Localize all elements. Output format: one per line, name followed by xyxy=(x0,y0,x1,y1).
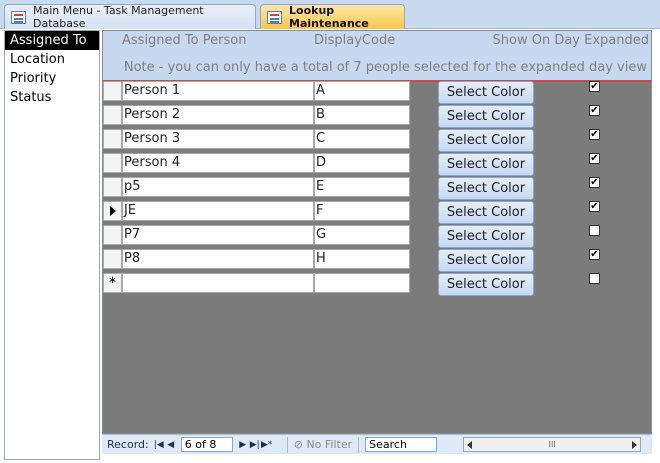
search-input[interactable]: Search xyxy=(365,437,438,452)
show-expanded-checkbox[interactable]: ✔ xyxy=(589,177,600,188)
new-record-icon[interactable]: ▶* xyxy=(261,440,273,450)
record-selector[interactable] xyxy=(103,249,122,269)
show-expanded-checkbox[interactable]: ✔ xyxy=(589,201,600,212)
select-color-button[interactable]: Select Color xyxy=(438,201,534,224)
person-field[interactable]: p5 xyxy=(122,177,314,197)
select-color-button[interactable]: Select Color xyxy=(438,81,534,104)
display-code-field[interactable]: F xyxy=(314,201,410,221)
show-expanded-checkbox[interactable]: ✔ xyxy=(589,105,600,116)
display-code-field[interactable]: E xyxy=(314,177,410,197)
record-selector[interactable] xyxy=(103,105,122,125)
column-header-display-code: DisplayCode xyxy=(314,33,396,48)
show-expanded-checkbox[interactable]: ✔ xyxy=(589,129,600,140)
person-field[interactable]: JE xyxy=(122,201,314,221)
select-color-button[interactable]: Select Color xyxy=(438,273,534,296)
select-color-button[interactable]: Select Color xyxy=(438,105,534,128)
person-field[interactable] xyxy=(122,273,314,293)
column-header-show-expanded: Show On Day Expanded xyxy=(492,33,649,48)
table-row: P8 H Select Color ✔ xyxy=(103,248,651,272)
no-filter-label: No Filter xyxy=(306,437,353,451)
tab-main-menu-label: Main Menu - Task Management Database xyxy=(33,4,204,30)
next-record-icon[interactable]: ▶ xyxy=(237,440,249,450)
list-item-status[interactable]: Status xyxy=(5,88,99,107)
display-code-field[interactable]: A xyxy=(314,81,410,101)
person-field[interactable]: P7 xyxy=(122,225,314,245)
tab-lookup-maintenance-label: Lookup Maintenance xyxy=(289,4,369,30)
table-row: Person 3 C Select Color ✔ xyxy=(103,128,651,152)
record-selector[interactable] xyxy=(103,225,122,245)
table-row: Person 2 B Select Color ✔ xyxy=(103,104,651,128)
table-row: JE F Select Color ✔ xyxy=(103,200,651,224)
record-position-field[interactable]: 6 of 8 xyxy=(180,437,233,452)
first-record-icon[interactable]: |◀ xyxy=(153,440,165,450)
no-filter-button[interactable]: ⊘ No Filter xyxy=(286,436,360,453)
document-tab-bar: Main Menu - Task Management Database Loo… xyxy=(0,0,660,30)
horizontal-scrollbar[interactable]: III xyxy=(463,437,642,452)
table-row: P7 G Select Color xyxy=(103,224,651,248)
subform-assigned-to: Assigned To Person DisplayCode Show On D… xyxy=(102,30,652,434)
select-color-button[interactable]: Select Color xyxy=(438,249,534,272)
select-color-button[interactable]: Select Color xyxy=(438,225,534,248)
list-item-location[interactable]: Location xyxy=(5,50,99,69)
tab-lookup-maintenance[interactable]: Lookup Maintenance xyxy=(260,4,405,30)
tab-main-menu[interactable]: Main Menu - Task Management Database xyxy=(4,4,256,30)
record-selector[interactable] xyxy=(103,129,122,149)
list-item-assigned-to[interactable]: Assigned To xyxy=(5,31,99,50)
person-field[interactable]: Person 4 xyxy=(122,153,314,173)
table-row: Person 1 A Select Color ✔ xyxy=(103,80,651,104)
header-note: Note - you can only have a total of 7 pe… xyxy=(123,60,647,75)
last-record-icon[interactable]: ▶| xyxy=(249,440,261,450)
display-code-field[interactable]: C xyxy=(314,129,410,149)
form-icon xyxy=(11,10,26,24)
show-expanded-checkbox[interactable]: ✔ xyxy=(589,81,600,92)
select-color-button[interactable]: Select Color xyxy=(438,153,534,176)
person-field[interactable]: Person 3 xyxy=(122,129,314,149)
record-selector[interactable] xyxy=(103,81,122,101)
display-code-field[interactable] xyxy=(314,273,410,293)
new-record-row: * Select Color xyxy=(103,272,651,296)
display-code-field[interactable]: D xyxy=(314,153,410,173)
record-selector[interactable] xyxy=(103,153,122,173)
table-row: p5 E Select Color ✔ xyxy=(103,176,651,200)
person-field[interactable]: Person 1 xyxy=(122,81,314,101)
display-code-field[interactable]: H xyxy=(314,249,410,269)
select-color-button[interactable]: Select Color xyxy=(438,177,534,200)
form-header: Assigned To Person DisplayCode Show On D… xyxy=(103,31,651,82)
form-icon xyxy=(267,10,282,24)
display-code-field[interactable]: G xyxy=(314,225,410,245)
previous-record-icon[interactable]: ◀ xyxy=(165,440,177,450)
show-expanded-checkbox[interactable]: ✔ xyxy=(589,153,600,164)
record-navigation-bar: Record: |◀ ◀ 6 of 8 ▶ ▶| ▶* ⊘ No Filter … xyxy=(102,434,652,454)
select-color-button[interactable]: Select Color xyxy=(438,129,534,152)
new-record-selector[interactable]: * xyxy=(103,273,122,293)
lookup-type-list: Assigned To Location Priority Status xyxy=(4,30,100,460)
record-label: Record: xyxy=(107,438,149,451)
scroll-right-icon[interactable] xyxy=(632,441,638,449)
current-record-selector[interactable] xyxy=(103,201,122,221)
table-row: Person 4 D Select Color ✔ xyxy=(103,152,651,176)
scroll-left-icon[interactable] xyxy=(467,441,473,449)
show-expanded-checkbox[interactable] xyxy=(589,273,600,284)
list-item-priority[interactable]: Priority xyxy=(5,69,99,88)
column-header-person: Assigned To Person xyxy=(122,33,247,48)
filter-icon: ⊘ xyxy=(293,437,307,451)
show-expanded-checkbox[interactable]: ✔ xyxy=(589,249,600,260)
display-code-field[interactable]: B xyxy=(314,105,410,125)
show-expanded-checkbox[interactable] xyxy=(589,225,600,236)
scroll-thumb[interactable]: III xyxy=(544,439,560,450)
person-field[interactable]: P8 xyxy=(122,249,314,269)
person-field[interactable]: Person 2 xyxy=(122,105,314,125)
record-selector[interactable] xyxy=(103,177,122,197)
